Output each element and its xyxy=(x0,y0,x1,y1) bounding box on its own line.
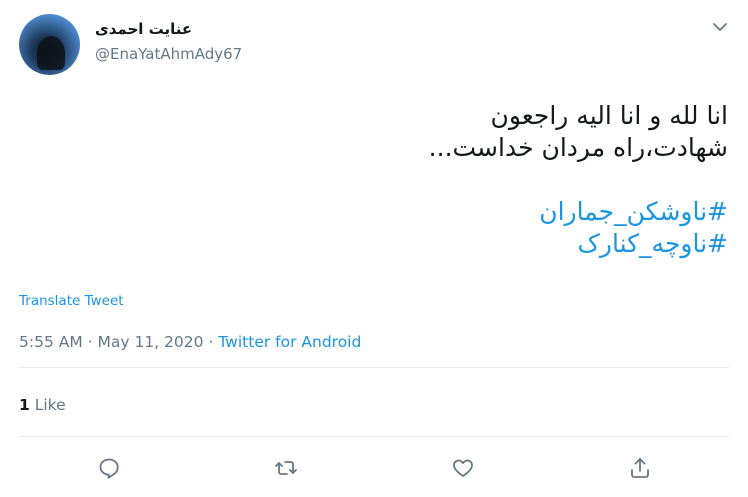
tweet-text: انا لله و انا الیه راجعون شهادت،راه مردا… xyxy=(28,100,728,260)
likes-count[interactable]: 1 Like xyxy=(19,396,66,414)
meta-separator: · xyxy=(82,333,98,351)
tweet-line: انا لله و انا الیه راجعون xyxy=(490,101,728,130)
tweet-date[interactable]: May 11, 2020 xyxy=(98,333,204,351)
reply-icon[interactable] xyxy=(95,454,123,482)
translate-tweet-link[interactable]: Translate Tweet xyxy=(19,293,124,309)
divider xyxy=(19,367,729,368)
meta-separator: · xyxy=(203,333,219,351)
retweet-icon[interactable] xyxy=(272,454,300,482)
chevron-down-icon[interactable] xyxy=(711,18,729,36)
divider xyxy=(19,436,729,437)
tweet-source-link[interactable]: Twitter for Android xyxy=(218,333,361,351)
share-icon[interactable] xyxy=(626,454,654,482)
likes-label: Like xyxy=(34,396,66,414)
author-name[interactable]: عنایت احمدی xyxy=(95,20,192,38)
avatar[interactable] xyxy=(19,14,80,75)
tweet-line: شهادت،راه مردان خداست... xyxy=(428,133,728,162)
hashtag-link[interactable]: #ناوشکن_جماران xyxy=(28,196,728,228)
hashtag-link[interactable]: #ناوچه_کنارک xyxy=(28,228,728,260)
tweet-spacer xyxy=(28,164,728,196)
heart-icon[interactable] xyxy=(449,454,477,482)
tweet-meta: 5:55 AM · May 11, 2020 · Twitter for And… xyxy=(19,333,361,351)
likes-number: 1 xyxy=(19,396,30,414)
tweet-time[interactable]: 5:55 AM xyxy=(19,333,83,351)
author-handle[interactable]: @EnaYatAhmAdy67 xyxy=(95,45,242,63)
